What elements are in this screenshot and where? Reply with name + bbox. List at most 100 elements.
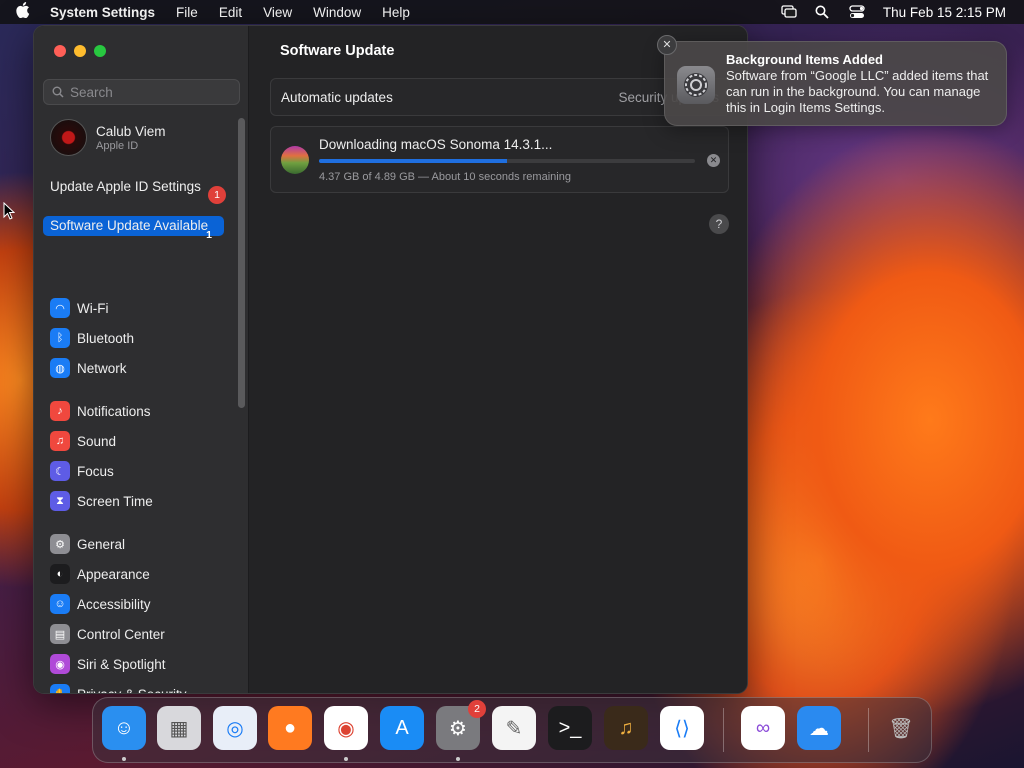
running-indicator (344, 757, 348, 761)
notice-label: Update Apple ID Settings (50, 179, 201, 194)
safari-icon[interactable]: ◎ (213, 706, 257, 750)
chrome-icon[interactable]: ◉ (324, 706, 368, 750)
sidebar-item-label: Sound (77, 433, 117, 449)
settings-icon[interactable]: ⚙ 2 (436, 700, 486, 750)
speaker-icon: ♫ (50, 431, 70, 451)
macos-sonoma-icon (281, 146, 309, 174)
visual-studio-icon[interactable]: ∞ (741, 706, 785, 750)
bluetooth-icon: ᛒ (50, 328, 70, 348)
sidebar-item-label: Bluetooth (77, 330, 135, 346)
software-update-pane: Software Update Automatic updates Securi… (249, 26, 747, 693)
sidebar-item-notifications[interactable]: ♪ Notifications (50, 401, 151, 421)
sidebar-item-network[interactable]: ◍ Network (50, 358, 127, 378)
dock-separator (723, 708, 724, 752)
menu-file[interactable]: File (176, 5, 198, 20)
menu-window[interactable]: Window (313, 5, 361, 20)
sidebar-item-sound[interactable]: ♫ Sound (50, 431, 116, 451)
firefox-icon[interactable]: ● (268, 706, 312, 750)
apple-id-account[interactable]: Calub Viem Apple ID (50, 119, 166, 156)
menu-bar-clock[interactable]: Thu Feb 15 2:15 PM (883, 5, 1006, 20)
dock-badge: 2 (468, 700, 486, 718)
dock: ☺ ▦ ◎ ● ◉ A ⚙ 2 ✎ >_ ♫ ⟨⟩ ∞ ☁ 🗑 (92, 697, 932, 763)
sidebar: Search Calub Viem Apple ID Update Apple … (34, 26, 249, 693)
mouse-cursor-icon (3, 202, 15, 220)
help-button[interactable]: ? (709, 214, 729, 234)
trash-icon[interactable]: 🗑 (879, 706, 923, 750)
account-name: Calub Viem (96, 123, 166, 139)
notification-badge: 1 (208, 186, 226, 204)
zoom-window-button[interactable] (94, 45, 106, 57)
sidebar-item-control-center[interactable]: ▤ Control Center (50, 624, 165, 644)
sidebar-item-accessibility[interactable]: ☺ Accessibility (50, 594, 151, 614)
search-field[interactable]: Search (43, 79, 240, 105)
minimize-window-button[interactable] (74, 45, 86, 57)
hourglass-icon: ⧗ (50, 491, 70, 511)
sidebar-item-privacy-security[interactable]: ✋ Privacy & Security (50, 684, 187, 693)
search-icon (52, 86, 64, 98)
sidebar-item-screen-time[interactable]: ⧗ Screen Time (50, 491, 153, 511)
sidebar-item-label: Wi-Fi (77, 300, 109, 316)
bell-icon: ♪ (50, 401, 70, 421)
notification-banner[interactable]: Background Items Added Software from “Go… (664, 41, 1007, 126)
sidebar-item-label: Appearance (77, 566, 150, 582)
download-status: 4.37 GB of 4.89 GB — About 10 seconds re… (319, 171, 571, 183)
software-update-available-item[interactable]: Software Update Available 1 (43, 216, 224, 241)
running-indicator (122, 757, 126, 761)
sidebar-item-focus[interactable]: ☾ Focus (50, 461, 114, 481)
menu-view[interactable]: View (263, 5, 292, 20)
close-notification-button[interactable]: ✕ (657, 35, 677, 55)
sidebar-scrollbar[interactable] (238, 118, 245, 408)
download-progress-fill (319, 159, 507, 163)
sidebar-item-general[interactable]: ⚙ General (50, 534, 125, 554)
globe-icon: ◍ (50, 358, 70, 378)
menu-help[interactable]: Help (382, 5, 410, 20)
spotlight-search-icon[interactable] (815, 5, 831, 19)
finder-icon[interactable]: ☺ (102, 706, 146, 750)
update-apple-id-settings-item[interactable]: Update Apple ID Settings 1 (50, 179, 226, 204)
menu-app-name[interactable]: System Settings (50, 5, 155, 20)
notice-label: Software Update Available (50, 218, 209, 233)
close-window-button[interactable] (54, 45, 66, 57)
sidebar-item-label: General (77, 536, 126, 552)
menu-bar: System Settings File Edit View Window He… (0, 0, 1024, 24)
menu-edit[interactable]: Edit (219, 5, 242, 20)
notification-body: Software from “Google LLC” added items t… (726, 68, 989, 115)
notification-badge: 1 (206, 229, 212, 241)
cancel-download-icon[interactable]: ✕ (707, 154, 720, 167)
sidebar-item-bluetooth[interactable]: ᛒ Bluetooth (50, 328, 134, 348)
running-indicator (456, 757, 460, 761)
textedit-icon[interactable]: ✎ (492, 706, 536, 750)
screen-mirroring-icon[interactable] (781, 5, 797, 19)
app-store-icon[interactable]: A (380, 706, 424, 750)
avatar (50, 119, 87, 156)
garageband-icon[interactable]: ♫ (604, 706, 648, 750)
sidebar-item-label: Control Center (77, 626, 165, 642)
download-progress-card: Downloading macOS Sonoma 14.3.1... ✕ 4.3… (270, 126, 729, 193)
weather-icon[interactable]: ☁ (797, 706, 841, 750)
launchpad-icon[interactable]: ▦ (157, 706, 201, 750)
sidebar-item-label: Focus (77, 463, 114, 479)
sidebar-item-label: Screen Time (77, 493, 153, 509)
apple-menu-icon[interactable] (10, 2, 36, 22)
moon-icon: ☾ (50, 461, 70, 481)
control-center-icon[interactable] (849, 5, 865, 19)
sidebar-item-appearance[interactable]: ◐ Appearance (50, 564, 150, 584)
appearance-icon: ◐ (50, 564, 70, 584)
settings-gear-icon (677, 66, 715, 104)
download-progress-bar (319, 159, 695, 163)
dock-separator (868, 708, 869, 752)
automatic-updates-row[interactable]: Automatic updates Security updates (270, 78, 730, 116)
wifi-icon: ◠ (50, 298, 70, 318)
download-title: Downloading macOS Sonoma 14.3.1... (319, 137, 553, 152)
system-settings-window: Search Calub Viem Apple ID Update Apple … (33, 25, 748, 694)
control-center-icon: ▤ (50, 624, 70, 644)
sidebar-item-label: Network (77, 360, 127, 376)
gear-icon: ⚙ (50, 534, 70, 554)
sidebar-item-label: Notifications (77, 403, 151, 419)
sidebar-item-wi-fi[interactable]: ◠ Wi-Fi (50, 298, 108, 318)
vscode-icon[interactable]: ⟨⟩ (660, 706, 704, 750)
page-title: Software Update (280, 43, 395, 59)
terminal-icon[interactable]: >_ (548, 706, 592, 750)
sidebar-item-siri-spotlight[interactable]: ◉ Siri & Spotlight (50, 654, 166, 674)
search-placeholder: Search (70, 84, 113, 100)
